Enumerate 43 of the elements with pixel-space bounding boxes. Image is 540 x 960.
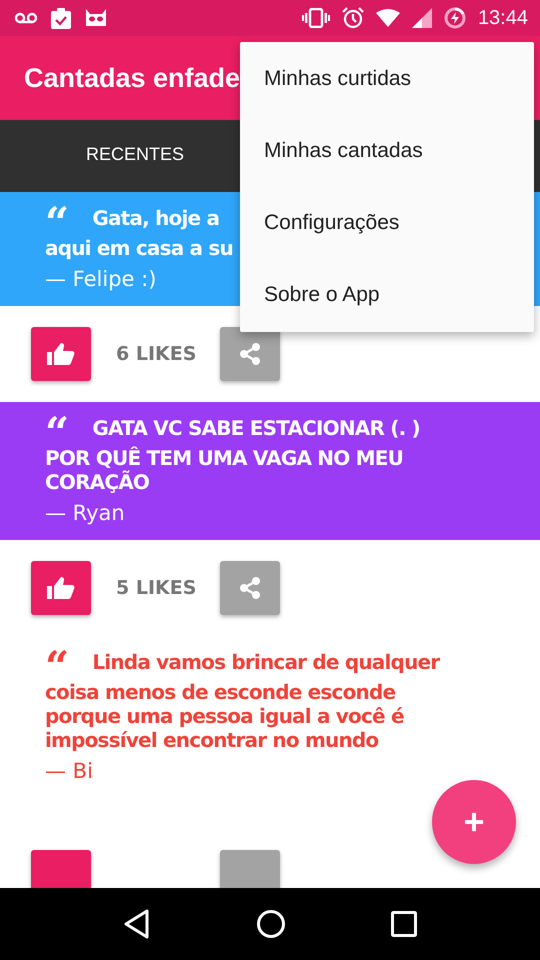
recents-icon[interactable] [391, 911, 418, 937]
menu-item[interactable]: Minhas curtidas [240, 43, 534, 115]
quote-text: Gata, hoje a [92, 206, 220, 230]
alarm-icon [342, 7, 364, 29]
quote-text: aqui em casa a su [45, 236, 233, 260]
like-button[interactable] [31, 561, 91, 615]
home-icon[interactable] [256, 909, 286, 939]
share-button[interactable] [220, 561, 280, 615]
menu-item[interactable]: Minhas cantadas [240, 115, 534, 187]
app-title: Cantadas enfade [24, 62, 240, 94]
clock-time: 13:44 [478, 6, 528, 30]
clipboard-check-icon [50, 7, 72, 29]
likes-count: 6 LIKES [115, 343, 198, 365]
quote-text: Linda vamos brincar de qualquer [92, 650, 440, 674]
quote-author: — Felipe :) [45, 266, 158, 292]
wifi-icon [376, 9, 400, 27]
quote-text: GATA VC SABE ESTACIONAR (. ) [92, 416, 420, 440]
menu-item[interactable]: Sobre o App [240, 259, 534, 331]
quote-text: CORAÇÃO [45, 470, 150, 494]
vibrate-icon [302, 8, 330, 28]
quote-mark: “ [45, 206, 68, 236]
quote-mark: “ [45, 650, 68, 680]
robot-face-icon [84, 8, 108, 28]
quote-author: — Bi [45, 758, 94, 784]
share-icon [238, 342, 262, 366]
quote-author: — Ryan [45, 500, 126, 526]
share-icon [238, 576, 262, 600]
back-icon[interactable] [122, 909, 151, 939]
likes-count: 5 LIKES [115, 577, 198, 599]
quote-text: impossível encontrar no mundo [45, 728, 378, 752]
thumbs-up-icon [47, 342, 75, 366]
quote-text: POR QUÊ TEM UMA VAGA NO MEU [45, 446, 404, 470]
quote-text: coisa menos de esconde esconde [45, 680, 396, 704]
like-button[interactable] [31, 327, 91, 381]
quote-mark: “ [45, 416, 68, 446]
signal-icon [412, 8, 432, 28]
battery-charging-icon [444, 7, 466, 29]
quote-text: porque uma pessoa igual a você é [45, 704, 404, 728]
share-button[interactable] [220, 327, 280, 381]
add-button[interactable]: + [432, 780, 516, 864]
thumbs-up-icon [47, 576, 75, 600]
voicemail-icon [14, 11, 38, 25]
menu-item[interactable]: Configurações [240, 187, 534, 259]
